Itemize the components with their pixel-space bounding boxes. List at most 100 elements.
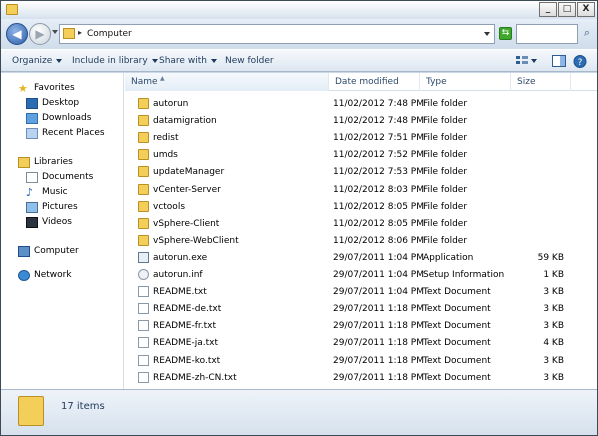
file-date-modified: 29/07/2011 1:04 PM [333, 287, 424, 298]
organize-button[interactable]: Organize [12, 56, 63, 66]
folder-icon [138, 183, 149, 195]
address-bar[interactable]: ▸ Computer [59, 24, 495, 44]
view-options-icon[interactable] [515, 55, 529, 67]
recent-places-icon [26, 128, 38, 139]
new-folder-button[interactable]: New folder [225, 56, 274, 66]
nav-favorites-label: Favorites [34, 83, 75, 93]
forward-button[interactable]: ▶ [29, 23, 51, 45]
navigation-pane: ★ Favorites Desktop Downloads Recent Pla… [1, 73, 124, 389]
column-headers: Name ▲ Date modified Type Size [125, 73, 597, 91]
share-with-button[interactable]: Share with [159, 56, 217, 66]
file-type: File folder [423, 235, 468, 246]
include-in-library-button[interactable]: Include in library [72, 56, 158, 66]
chevron-down-icon [56, 58, 63, 63]
folder-icon [138, 217, 149, 229]
title-bar[interactable]: _ □ X [1, 1, 597, 19]
folder-icon [138, 200, 149, 212]
music-icon: ♪ [26, 186, 34, 199]
file-type: Text Document [423, 355, 491, 366]
file-type: File folder [423, 150, 468, 161]
file-list: Name ▲ Date modified Type Size autorun 11… [125, 73, 597, 389]
file-row[interactable]: autorun.exe 29/07/2011 1:04 PM Application… [125, 249, 597, 266]
file-size: 59 KB [537, 252, 564, 263]
refresh-button[interactable]: ⇆ [497, 24, 513, 44]
chevron-down-icon [210, 58, 217, 63]
file-row[interactable]: vCenter-Server 11/02/2012 8:03 PM File fol… [125, 181, 597, 198]
breadcrumb-computer[interactable]: Computer [87, 29, 132, 39]
item-count: 17 items [61, 401, 105, 412]
file-name: autorun [153, 99, 189, 109]
nav-computer-label: Computer [34, 246, 79, 256]
address-dropdown-icon[interactable] [484, 32, 490, 36]
column-header-size[interactable]: Size [511, 73, 571, 91]
file-size: 3 KB [543, 372, 564, 383]
folder-icon [18, 396, 44, 426]
breadcrumb-separator-icon[interactable]: ▸ [78, 28, 82, 37]
desktop-icon [26, 98, 38, 109]
window-controls: _ □ X [539, 2, 595, 17]
close-button[interactable]: X [577, 2, 595, 17]
documents-icon [26, 172, 38, 183]
downloads-icon [26, 113, 38, 124]
file-row[interactable]: redist 11/02/2012 7:51 PM File folder [125, 129, 597, 146]
videos-icon [26, 217, 38, 228]
file-row[interactable]: autorun.inf 29/07/2011 1:04 PM Setup Infor… [125, 266, 597, 283]
search-icon[interactable]: ⌕ [579, 24, 595, 44]
file-row[interactable]: vctools 11/02/2012 8:05 PM File folder [125, 198, 597, 215]
column-header-date-modified[interactable]: Date modified [329, 73, 420, 91]
file-row[interactable]: vSphere-WebClient 11/02/2012 8:06 PM File … [125, 232, 597, 249]
file-row[interactable]: vSphere-Client 11/02/2012 8:05 PM File fol… [125, 215, 597, 232]
folder-icon [138, 98, 149, 109]
folder-icon [138, 149, 149, 161]
column-header-type[interactable]: Type [420, 73, 511, 91]
file-name: README-ko.txt [153, 355, 221, 366]
file-name: vSphere-Client [153, 218, 220, 229]
file-row[interactable]: README-ko.txt 29/07/2011 1:18 PM Text Docu… [125, 352, 597, 369]
command-bar: Organize Include in library Share with N… [1, 49, 597, 72]
file-date-modified: 11/02/2012 7:52 PM [333, 150, 424, 161]
nav-item-label: Videos [42, 217, 72, 227]
file-row[interactable]: umds 11/02/2012 7:52 PM File folder [125, 146, 597, 163]
file-row[interactable]: updateManager 11/02/2012 7:53 PM File fold… [125, 163, 597, 180]
maximize-button[interactable]: □ [558, 2, 576, 17]
minimize-button[interactable]: _ [539, 2, 557, 17]
setup-information-icon [138, 269, 149, 280]
explorer-window: _ □ X ◀ ▶ ▸ Computer ⇆ ⌕ Organize Includ… [0, 0, 598, 436]
file-row[interactable]: README-de.txt 29/07/2011 1:18 PM Text Docu… [125, 300, 597, 317]
file-date-modified: 29/07/2011 1:18 PM [333, 338, 424, 349]
nav-item-label: Desktop [42, 98, 80, 108]
column-header-name-label: Name [131, 77, 158, 87]
nav-libraries-label: Libraries [34, 157, 73, 167]
file-name: redist [153, 133, 179, 144]
file-type: File folder [423, 218, 468, 229]
search-input[interactable] [516, 24, 578, 44]
folder-icon [63, 28, 75, 39]
column-header-name[interactable]: Name ▲ [125, 73, 329, 91]
file-date-modified: 29/07/2011 1:18 PM [333, 321, 424, 332]
folder-icon [138, 234, 149, 246]
back-button[interactable]: ◀ [6, 23, 28, 45]
file-name: updateManager [153, 167, 225, 178]
file-row[interactable]: README-fr.txt 29/07/2011 1:18 PM Text Docu… [125, 317, 597, 334]
file-row[interactable]: autorun 11/02/2012 7:48 PM File folder [125, 95, 597, 112]
file-date-modified: 11/02/2012 7:53 PM [333, 167, 424, 178]
file-row[interactable]: README-zh-CN.txt 29/07/2011 1:18 PM Text D… [125, 369, 597, 386]
file-row[interactable]: README-ja.txt 29/07/2011 1:18 PM Text Docu… [125, 334, 597, 351]
help-icon[interactable]: ? [573, 55, 587, 68]
file-row[interactable]: datamigration 11/02/2012 7:48 PM File fold… [125, 112, 597, 129]
file-type: Application [423, 252, 474, 263]
preview-pane-icon[interactable] [552, 55, 566, 67]
file-name: README-fr.txt [153, 321, 217, 332]
forward-arrow-icon: ▶ [35, 27, 45, 41]
address-row: ◀ ▶ ▸ Computer ⇆ ⌕ [1, 19, 597, 49]
file-name: vctools [153, 201, 186, 212]
view-dropdown-icon[interactable] [531, 59, 537, 63]
pictures-icon [26, 202, 38, 213]
recent-pages-dropdown-icon[interactable] [52, 30, 58, 34]
file-size: 3 KB [543, 287, 564, 298]
file-row[interactable]: README.txt 29/07/2011 1:04 PM Text Documen… [125, 283, 597, 300]
network-icon [18, 270, 30, 281]
libraries-icon [18, 157, 30, 168]
nav-item-label: Downloads [42, 113, 92, 123]
file-size: 3 KB [543, 304, 564, 315]
